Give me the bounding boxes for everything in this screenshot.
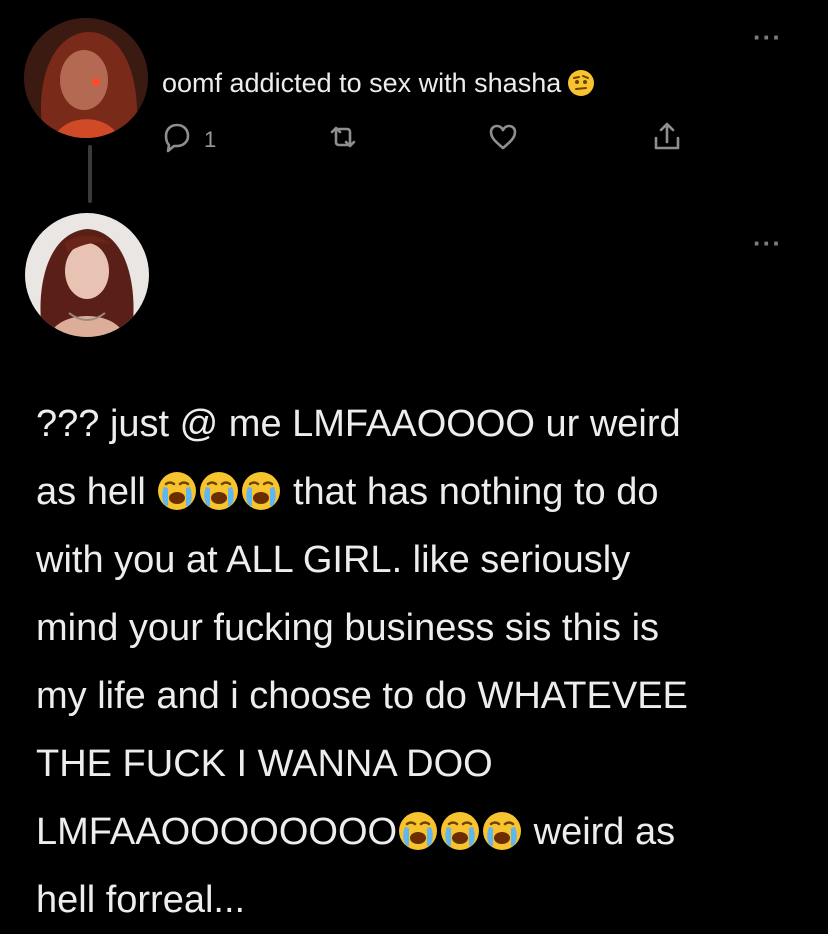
reply-tweet-body: oomf addicted to sex with shasha <box>162 68 562 98</box>
main-tweet-text: ??? just @ me LMFAAOOOO ur weird as hell… <box>36 390 806 934</box>
avatar-image <box>24 18 148 138</box>
crying-emoji-icon <box>481 806 523 850</box>
share-button[interactable] <box>650 120 684 159</box>
tweet-line: ??? just @ me LMFAAOOOO ur weird <box>36 403 681 445</box>
avatar[interactable] <box>24 18 148 138</box>
heart-icon <box>486 120 520 159</box>
tweet-line: as hell that has nothing to do <box>36 458 806 526</box>
crying-emoji-icon <box>397 806 439 850</box>
like-button[interactable] <box>486 120 520 159</box>
tweet-actions: 1 <box>160 120 700 160</box>
tweet-line: hell forreal... <box>36 879 246 921</box>
avatar[interactable] <box>25 213 149 337</box>
tweet-line: THE FUCK I WANNA DOO <box>36 743 493 785</box>
thread-line <box>88 145 92 203</box>
raised-eyebrow-emoji-icon <box>567 69 595 104</box>
crying-emoji-icon <box>439 806 481 850</box>
tweet-line-part: that has nothing to do <box>292 471 659 513</box>
tweet-line: mind your fucking business sis this is <box>36 607 660 649</box>
reply-button[interactable]: 1 <box>160 120 216 159</box>
tweet-line: LMFAAOOOOOOOO weird as <box>36 798 806 866</box>
reply-tweet-text: oomf addicted to sex with shasha <box>162 68 595 104</box>
reply-count: 1 <box>204 126 217 152</box>
tweet-line-part: as hell <box>36 471 146 513</box>
crying-emoji-icon <box>156 466 198 510</box>
crying-emoji-icon <box>198 466 240 510</box>
avatar-image <box>25 213 149 337</box>
more-icon[interactable]: ··· <box>753 24 782 50</box>
more-icon[interactable]: ··· <box>753 230 782 256</box>
tweet-line-part: weird as <box>533 811 676 853</box>
retweet-button[interactable] <box>326 120 360 159</box>
retweet-icon <box>326 120 360 159</box>
crying-emoji-icon <box>240 466 282 510</box>
tweet-line: my life and i choose to do WHATEVEE <box>36 675 688 717</box>
tweet-line-part: LMFAAOOOOOOOO <box>36 811 398 853</box>
reply-icon <box>160 120 194 159</box>
share-icon <box>650 120 684 159</box>
tweet-line: with you at ALL GIRL. like seriously <box>36 539 631 581</box>
